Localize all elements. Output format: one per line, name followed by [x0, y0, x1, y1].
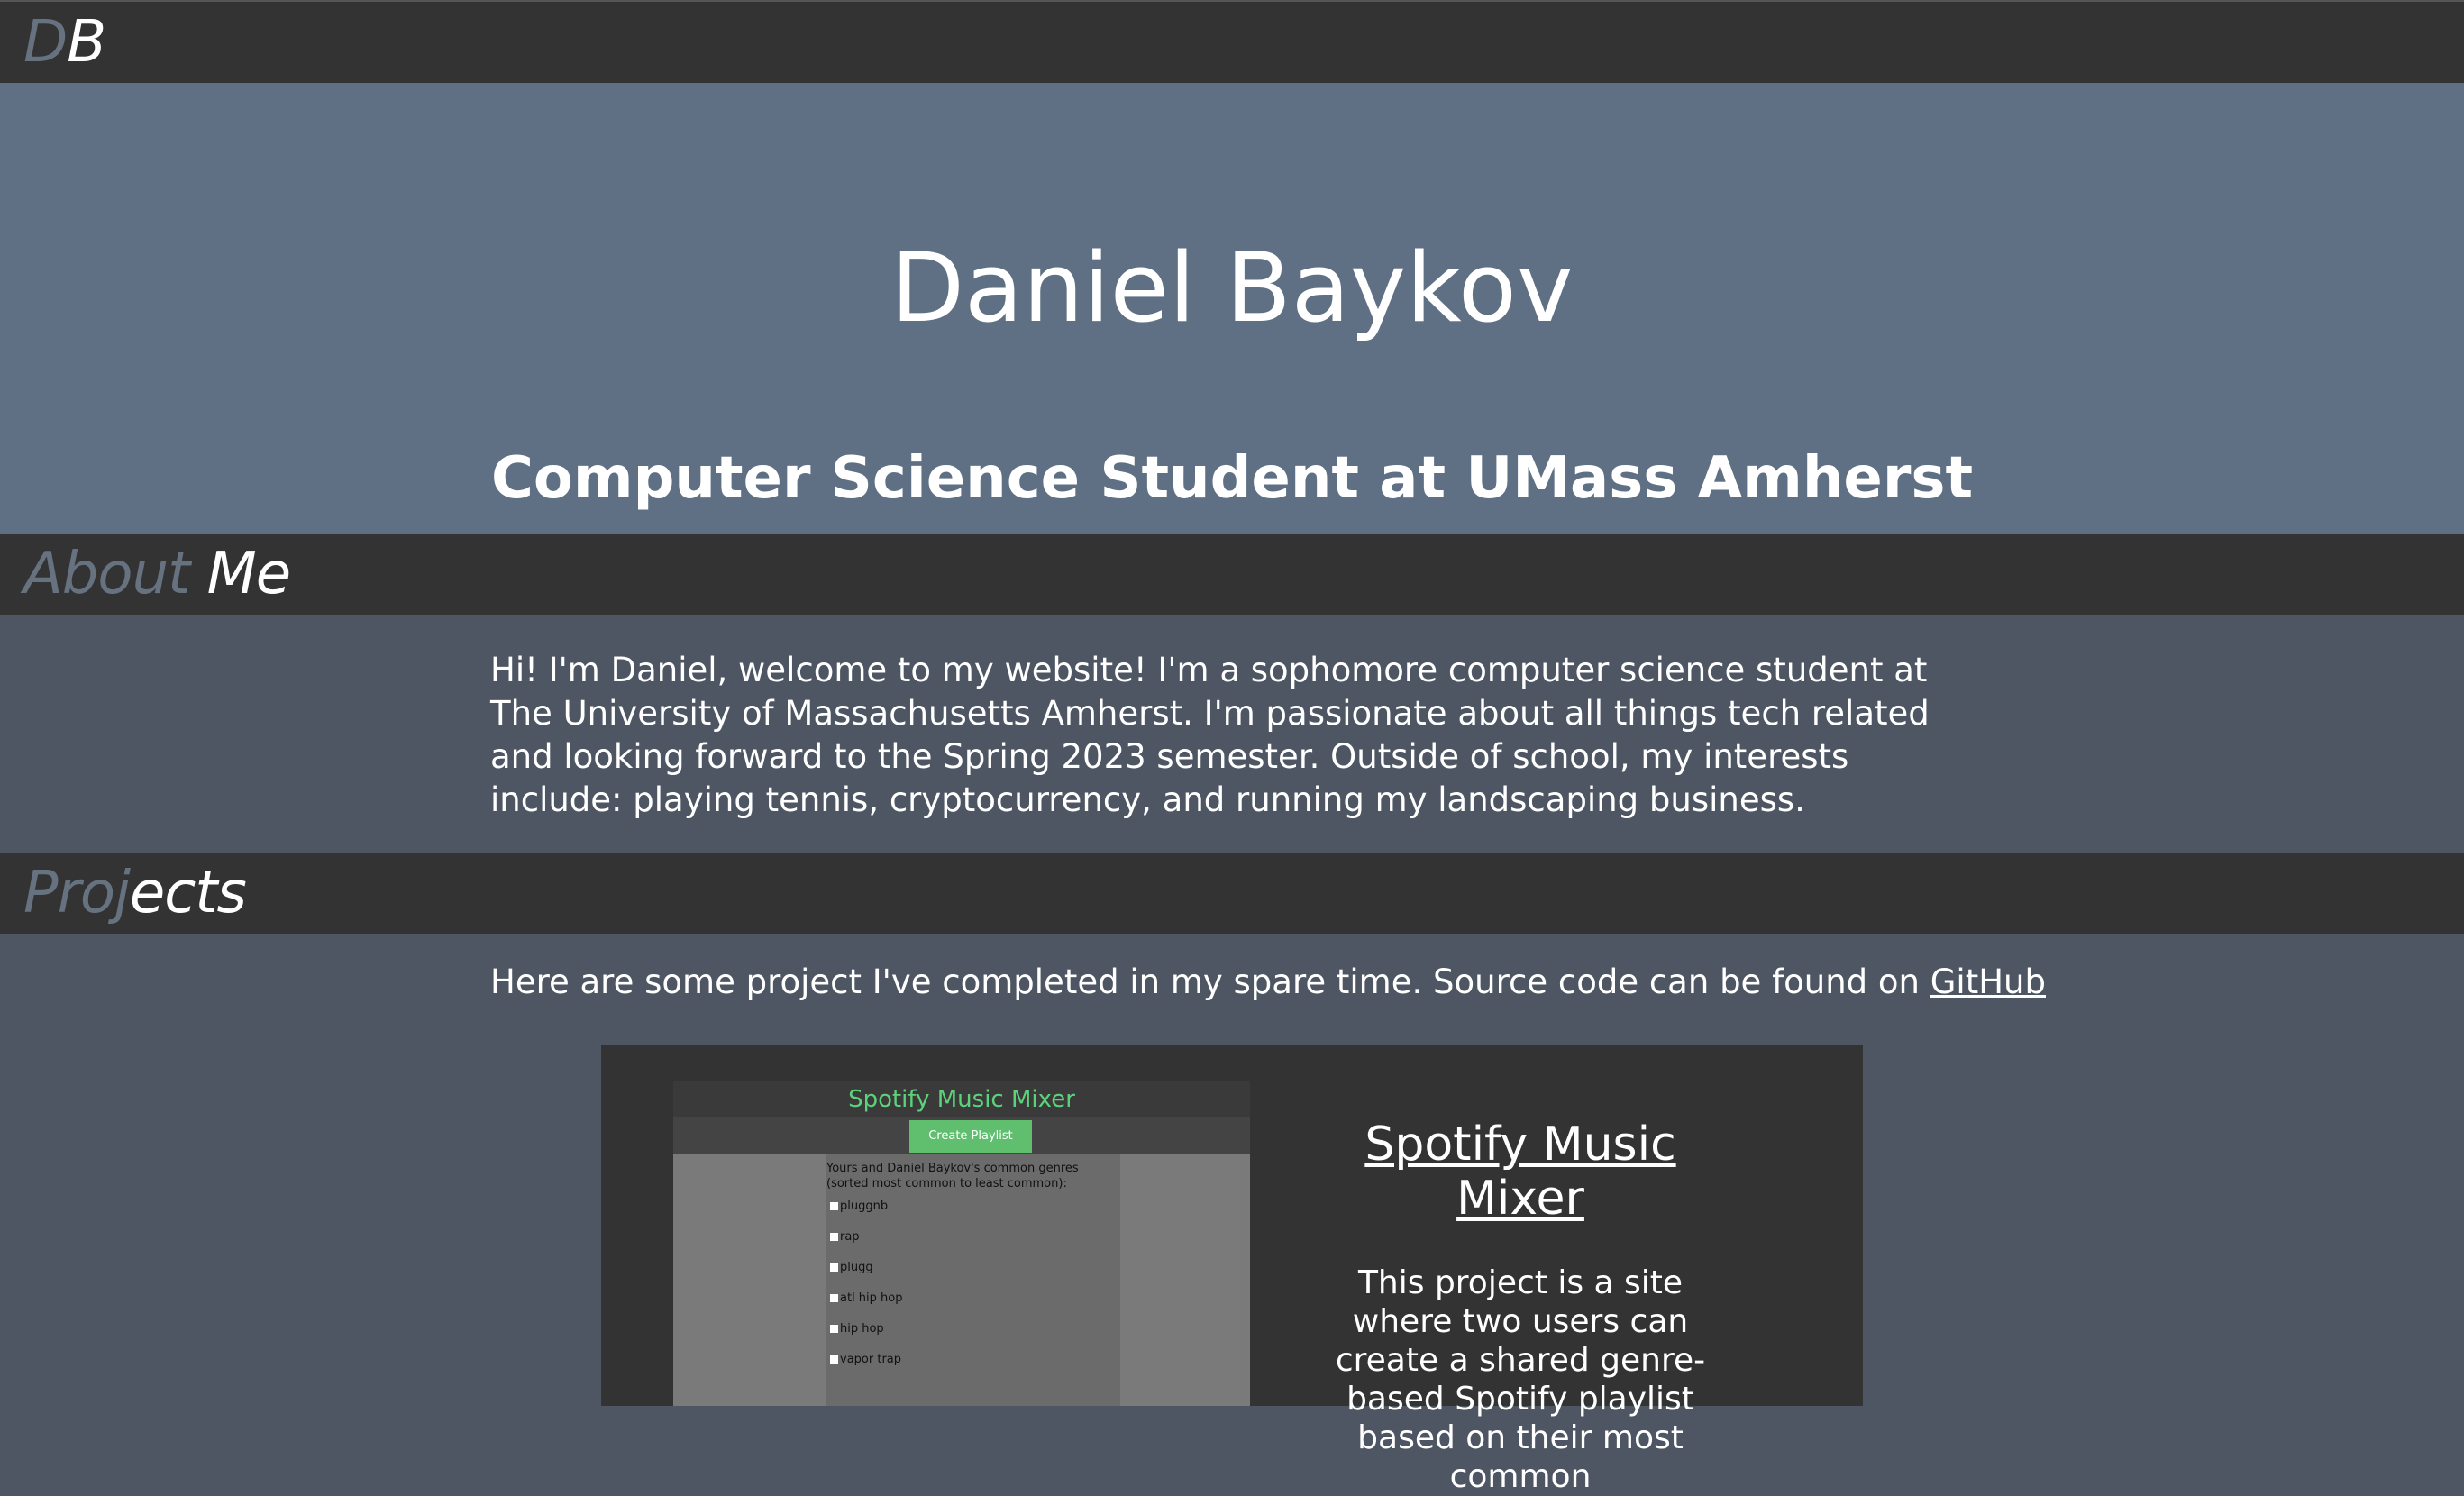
projects-section: Here are some project I've completed in … [0, 934, 2464, 1495]
about-text: Hi! I'm Daniel, welcome to my website! I… [490, 651, 1930, 819]
hero-name: Daniel Baykov [890, 233, 1574, 343]
genre-item: vapor trap [830, 1352, 1120, 1367]
genre-item: plugg [830, 1260, 1120, 1275]
checkbox-icon [830, 1233, 838, 1241]
checkbox-icon [830, 1325, 838, 1333]
checkbox-icon [830, 1355, 838, 1364]
screenshot-toolbar: Create Playlist [673, 1117, 1250, 1154]
site-logo[interactable]: DB [23, 14, 106, 71]
project-screenshot[interactable]: Spotify Music Mixer Create Playlist Your… [673, 1081, 1250, 1406]
about-section-header: About Me [0, 534, 2464, 615]
screenshot-create-playlist-button: Create Playlist [909, 1120, 1032, 1153]
screenshot-header: Spotify Music Mixer [673, 1081, 1250, 1117]
hero-subtitle: Computer Science Student at UMass Amhers… [490, 445, 1974, 512]
genre-item: rap [830, 1229, 1120, 1245]
checkbox-icon [830, 1202, 838, 1210]
about-section: Hi! I'm Daniel, welcome to my website! I… [0, 615, 2464, 853]
checkbox-icon [830, 1294, 838, 1302]
checkbox-icon [830, 1263, 838, 1272]
project-info: Spotify Music Mixer This project is a si… [1322, 1117, 1719, 1496]
about-heading: About Me [23, 541, 291, 607]
genre-item: pluggnb [830, 1199, 1120, 1214]
top-nav-bar: DB [0, 0, 2464, 83]
github-link[interactable]: GitHub [1930, 962, 2046, 1001]
screenshot-genre-panel: Yours and Daniel Baykov's common genres … [826, 1154, 1120, 1406]
genre-item: hip hop [830, 1321, 1120, 1336]
project-description: This project is a site where two users c… [1335, 1264, 1706, 1495]
projects-heading: Projects [23, 860, 247, 926]
projects-section-header: Projects [0, 853, 2464, 934]
screenshot-panel-heading: Yours and Daniel Baykov's common genres … [826, 1162, 1079, 1190]
hero-banner: Daniel Baykov Computer Science Student a… [0, 83, 2464, 534]
projects-intro: Here are some project I've completed in … [490, 962, 2046, 1001]
genre-item: atl hip hop [830, 1291, 1120, 1306]
project-title-link[interactable]: Spotify Music Mixer [1322, 1117, 1719, 1226]
project-card: Spotify Music Mixer Create Playlist Your… [601, 1045, 1863, 1495]
